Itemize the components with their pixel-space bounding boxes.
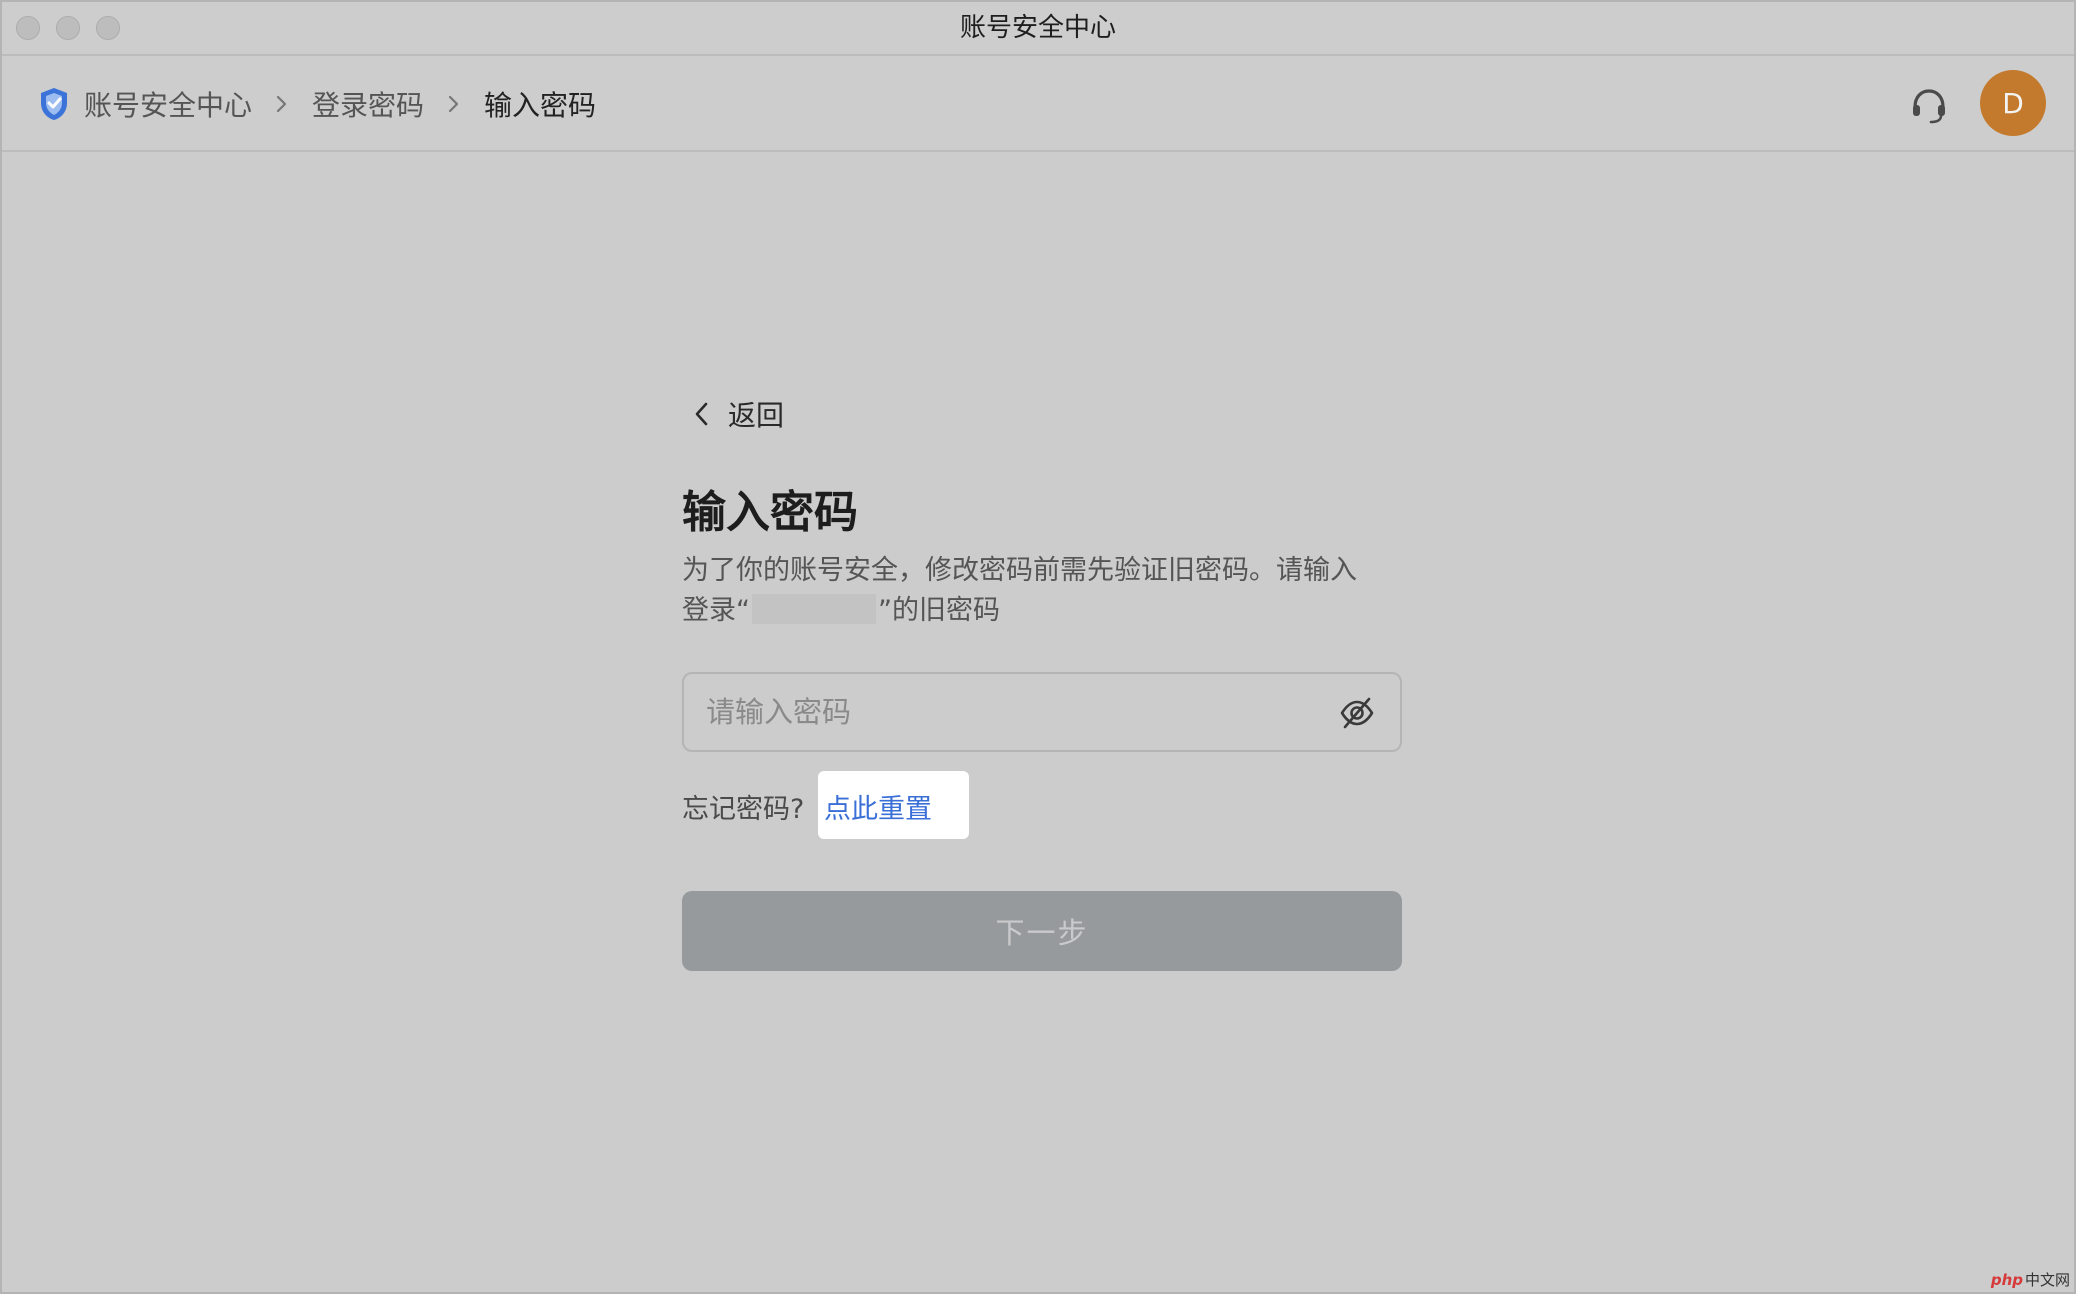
forgot-password-label: 忘记密码? <box>682 794 805 825</box>
top-nav: 账号安全中心 登录密码 输入密码 D <box>2 56 2074 152</box>
description-line-2: 登录“ ”的旧密码 <box>682 591 1402 631</box>
description-line-1: 为了你的账号安全，修改密码前需先验证旧密码。请输入 <box>682 555 1357 586</box>
back-button[interactable]: 返回 <box>692 394 784 434</box>
description-suffix: ”的旧密码 <box>878 595 1000 626</box>
watermark-brand: php <box>1990 1271 2023 1289</box>
description: 为了你的账号安全，修改密码前需先验证旧密码。请输入 登录“ ”的旧密码 <box>682 551 1402 631</box>
avatar[interactable]: D <box>1980 70 2046 136</box>
reset-link-highlight: 点此重置 <box>818 771 969 839</box>
masked-account-name <box>752 594 876 624</box>
breadcrumb-item-security-center[interactable]: 账号安全中心 <box>84 84 252 124</box>
chevron-right-icon <box>448 95 459 113</box>
back-label: 返回 <box>728 399 785 432</box>
chevron-left-icon <box>695 402 708 426</box>
chevron-right-icon <box>276 95 287 113</box>
page-title: 输入密码 <box>682 487 858 538</box>
breadcrumb: 账号安全中心 登录密码 输入密码 <box>38 56 596 152</box>
watermark-text: 中文网 <box>2024 1271 2070 1289</box>
breadcrumb-item-enter-password: 输入密码 <box>484 89 597 122</box>
title-bar: 账号安全中心 <box>2 2 2074 56</box>
description-prefix: 登录“ <box>682 595 750 626</box>
next-step-button[interactable]: 下一步 <box>682 891 1402 971</box>
password-field <box>682 672 1402 752</box>
eye-off-icon[interactable] <box>1338 694 1376 732</box>
password-input[interactable] <box>706 674 1306 750</box>
shield-icon <box>41 88 67 120</box>
customer-service-headset-icon[interactable] <box>1908 84 1950 126</box>
reset-password-link[interactable]: 点此重置 <box>824 787 932 826</box>
window-title: 账号安全中心 <box>959 13 1116 43</box>
breadcrumb-item-login-password[interactable]: 登录密码 <box>312 84 424 124</box>
app-window: 账号安全中心 账号安全中心 登录密码 输入密码 D 返回 输入密码 为了你的账号… <box>0 0 2076 1294</box>
watermark: php 中文网 <box>1991 1269 2070 1290</box>
